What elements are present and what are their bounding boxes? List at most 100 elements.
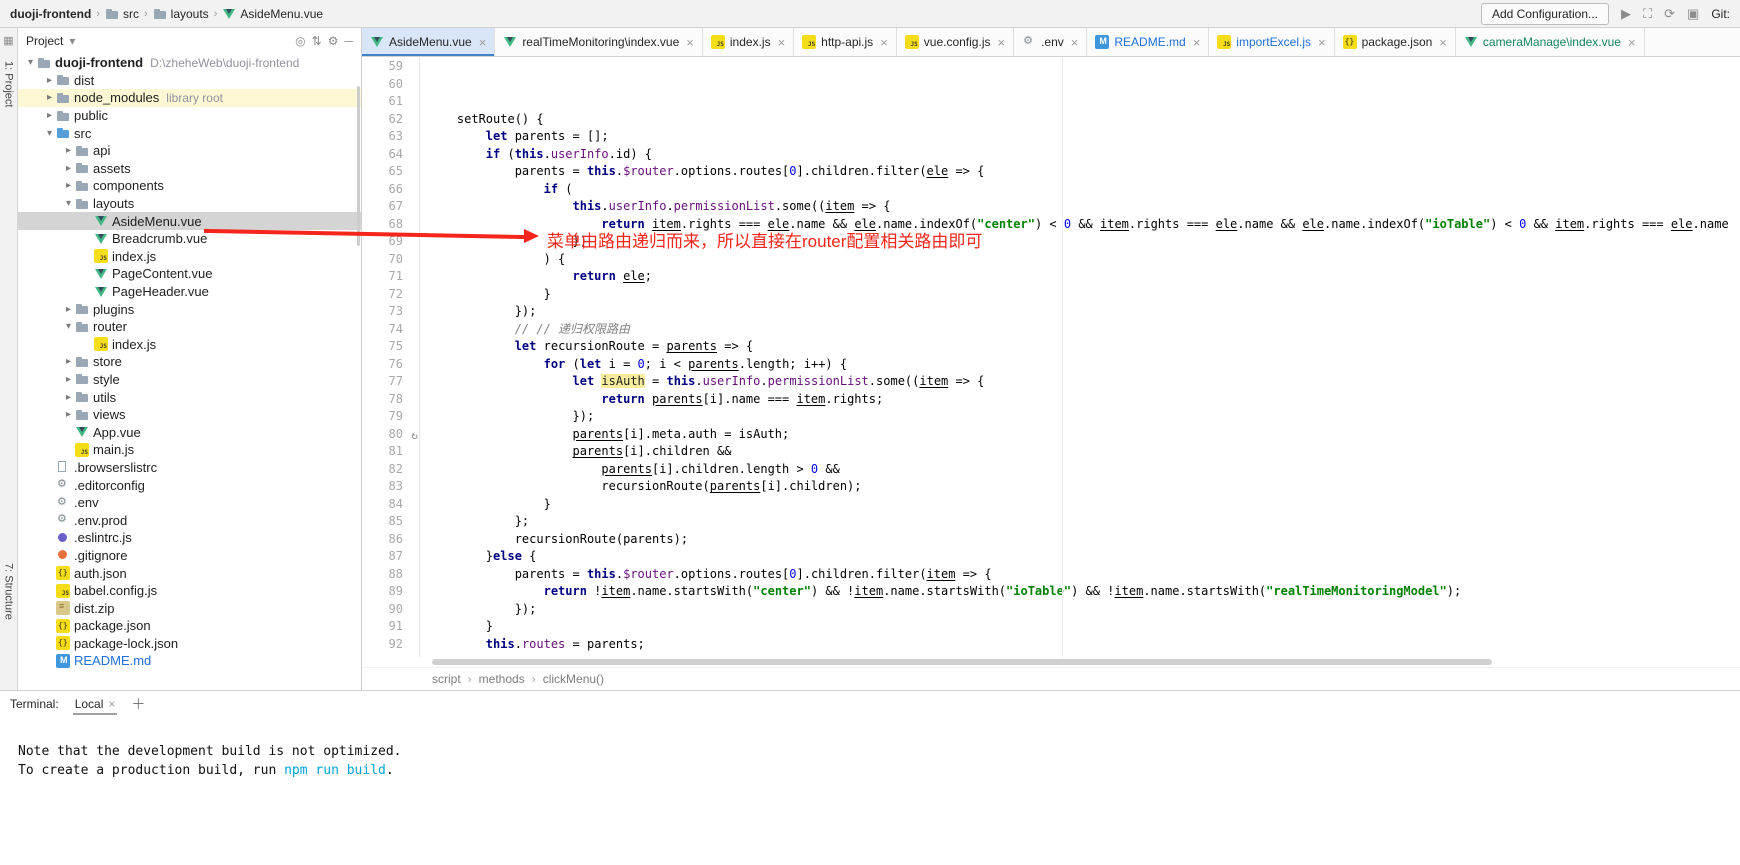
breadcrumb-item-asidemenu.vue[interactable]: AsideMenu.vue: [222, 7, 323, 21]
chevron-down-icon[interactable]: ▾: [62, 321, 75, 332]
tab-asidemenu.vue[interactable]: AsideMenu.vue×: [362, 28, 495, 56]
chevron-down-icon[interactable]: ▾: [69, 34, 75, 48]
chevron-right-icon[interactable]: ▸: [62, 180, 75, 191]
code-line[interactable]: recursionRoute(parents);: [428, 531, 1740, 549]
close-icon[interactable]: ×: [778, 35, 786, 50]
close-icon[interactable]: ×: [1193, 35, 1201, 50]
breadcrumb-item-src[interactable]: src: [105, 7, 139, 21]
close-icon[interactable]: ×: [1071, 35, 1079, 50]
code-line[interactable]: });: [428, 601, 1740, 619]
project-view-selector[interactable]: Project: [26, 34, 63, 48]
tree-item-.env.prod[interactable]: .env.prod: [18, 511, 361, 529]
code-line[interactable]: for (let i = 0; i < parents.length; i++)…: [428, 356, 1740, 374]
code-line[interactable]: let isAuth = this.userInfo.permissionLis…: [428, 373, 1740, 391]
chevron-right-icon[interactable]: ▸: [62, 374, 75, 385]
chevron-down-icon[interactable]: ▾: [24, 57, 37, 68]
tree-item-.env[interactable]: .env: [18, 494, 361, 512]
chevron-right-icon[interactable]: ▸: [62, 163, 75, 174]
tab-index.js[interactable]: index.js×: [703, 28, 794, 56]
code-line[interactable]: if (: [428, 181, 1740, 199]
tree-item-package-lock.json[interactable]: package-lock.json: [18, 635, 361, 653]
new-terminal-icon[interactable]: ＋: [131, 694, 145, 714]
tree-item-.browserslistrc[interactable]: .browserslistrc: [18, 459, 361, 477]
chevron-right-icon[interactable]: ▸: [43, 75, 56, 86]
tab-readme.md[interactable]: README.md×: [1087, 28, 1209, 56]
code-line[interactable]: }: [428, 496, 1740, 514]
tab-importexcel.js[interactable]: importExcel.js×: [1209, 28, 1334, 56]
code-line[interactable]: if (this.userInfo.id) {: [428, 146, 1740, 164]
close-icon[interactable]: ×: [686, 35, 694, 50]
stop-icon[interactable]: ▣: [1687, 6, 1699, 22]
close-icon[interactable]: ×: [108, 697, 115, 711]
tree-item-index.js[interactable]: index.js: [18, 336, 361, 354]
tree-item-store[interactable]: ▸store: [18, 353, 361, 371]
tree-item-package.json[interactable]: package.json: [18, 617, 361, 635]
tree-item-app.vue[interactable]: App.vue: [18, 423, 361, 441]
code-line[interactable]: });: [428, 303, 1740, 321]
close-icon[interactable]: ×: [479, 35, 487, 50]
structure-tool-button[interactable]: 7: Structure: [3, 563, 15, 620]
close-icon[interactable]: ×: [997, 35, 1005, 50]
view-options-icon[interactable]: ⇅: [312, 34, 322, 48]
tree-item-router[interactable]: ▾router: [18, 318, 361, 336]
code-line[interactable]: return ele;: [428, 268, 1740, 286]
tree-item-.eslintrc.js[interactable]: .eslintrc.js: [18, 529, 361, 547]
tree-item-pageheader.vue[interactable]: PageHeader.vue: [18, 283, 361, 301]
tab-realtimemonitoring-index.vue[interactable]: realTimeMonitoring\index.vue×: [495, 28, 703, 56]
code-area[interactable]: setRoute() { let parents = []; if (this.…: [420, 57, 1740, 657]
code-line[interactable]: let parents = [];: [428, 128, 1740, 146]
close-icon[interactable]: ×: [1439, 35, 1447, 50]
tree-item-node-modules[interactable]: ▸node_moduleslibrary root: [18, 89, 361, 107]
code-line[interactable]: setRoute() {: [428, 111, 1740, 129]
code-line[interactable]: }else {: [428, 548, 1740, 566]
hide-panel-icon[interactable]: ─: [344, 34, 353, 48]
tree-item-asidemenu.vue[interactable]: AsideMenu.vue: [18, 212, 361, 230]
tree-item-auth.json[interactable]: auth.json: [18, 564, 361, 582]
code-line[interactable]: parents = this.$router.options.routes[0]…: [428, 163, 1740, 181]
code-line[interactable]: ) {: [428, 251, 1740, 269]
tab-.env[interactable]: .env×: [1014, 28, 1087, 56]
tree-item-style[interactable]: ▸style: [18, 371, 361, 389]
code-line[interactable]: this.userInfo.permissionList.some((item …: [428, 198, 1740, 216]
code-line[interactable]: recursionRoute(parents[i].children);: [428, 478, 1740, 496]
tree-item-assets[interactable]: ▸assets: [18, 160, 361, 178]
horizontal-scrollbar[interactable]: [362, 657, 1740, 667]
tab-http-api.js[interactable]: http-api.js×: [794, 28, 897, 56]
code-line[interactable]: // // 递归权限路由: [428, 321, 1740, 339]
terminal-output[interactable]: Note that the development build is not o…: [0, 717, 1740, 865]
tree-item-dist.zip[interactable]: dist.zip: [18, 599, 361, 617]
tree-item-babel.config.js[interactable]: babel.config.js: [18, 582, 361, 600]
tree-item-views[interactable]: ▸views: [18, 406, 361, 424]
run-icon[interactable]: ▶: [1621, 6, 1631, 22]
update-project-icon[interactable]: ⟳: [1664, 6, 1675, 22]
project-scrollbar[interactable]: [357, 86, 360, 246]
code-line[interactable]: }: [428, 286, 1740, 304]
code-line[interactable]: }: [428, 618, 1740, 636]
code-line[interactable]: }): [428, 233, 1740, 251]
coverage-icon[interactable]: ⛶: [1643, 6, 1652, 22]
recursive-call-icon[interactable]: ↻: [411, 427, 418, 445]
chevron-right-icon[interactable]: ▸: [62, 145, 75, 156]
code-breadcrumb-methods[interactable]: methods: [479, 672, 525, 686]
scrollbar-thumb[interactable]: [432, 659, 1492, 665]
code-line[interactable]: let recursionRoute = parents => {: [428, 338, 1740, 356]
chevron-down-icon[interactable]: ▾: [43, 128, 56, 139]
chevron-right-icon[interactable]: ▸: [43, 92, 56, 103]
chevron-right-icon[interactable]: ▸: [62, 409, 75, 420]
terminal-tab-local[interactable]: Local ×: [73, 693, 118, 715]
chevron-right-icon[interactable]: ▸: [62, 392, 75, 403]
close-icon[interactable]: ×: [1318, 35, 1326, 50]
tree-item-.editorconfig[interactable]: .editorconfig: [18, 476, 361, 494]
tree-item-duoji-frontend[interactable]: ▾duoji-frontendD:\zheheWeb\duoji-fronten…: [18, 54, 361, 72]
close-icon[interactable]: ×: [1628, 35, 1636, 50]
code-breadcrumb-script[interactable]: script: [432, 672, 461, 686]
breadcrumb-item-duoji-frontend[interactable]: duoji-frontend: [10, 7, 91, 21]
chevron-right-icon[interactable]: ▸: [62, 356, 75, 367]
tree-item-main.js[interactable]: main.js: [18, 441, 361, 459]
tree-item-readme.md[interactable]: README.md: [18, 652, 361, 670]
chevron-down-icon[interactable]: ▾: [62, 198, 75, 209]
code-line[interactable]: });: [428, 408, 1740, 426]
breadcrumb-item-layouts[interactable]: layouts: [153, 7, 209, 21]
tab-package.json[interactable]: package.json×: [1335, 28, 1456, 56]
tab-cameramanage-index.vue[interactable]: cameraManage\index.vue×: [1456, 28, 1645, 56]
